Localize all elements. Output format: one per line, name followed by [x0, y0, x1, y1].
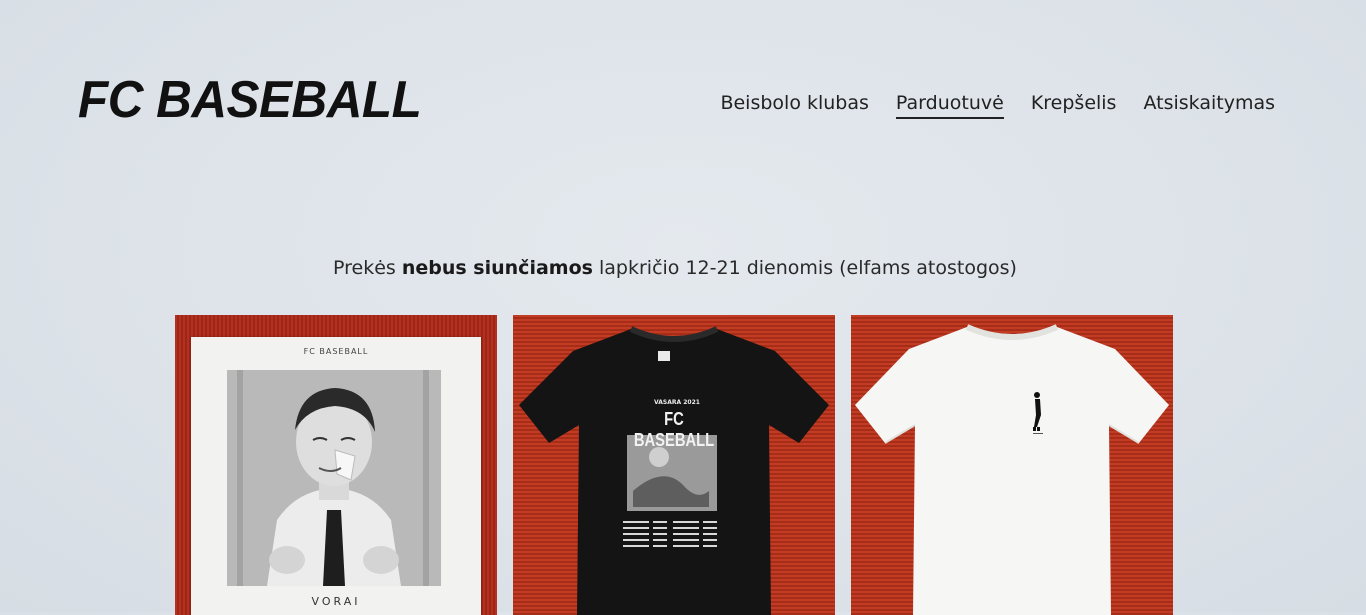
- nav-parduotuve[interactable]: Parduotuvė: [895, 91, 1004, 119]
- shirt-title: FC BASEBALL: [633, 409, 715, 450]
- shirt-heading: VASARA 2021: [654, 399, 700, 406]
- nav-krepselis[interactable]: Krepšelis: [1031, 91, 1117, 119]
- white-tshirt-image: [855, 324, 1169, 615]
- cover-title: FC BASEBALL: [303, 347, 369, 356]
- notice-suffix: lapkričio 12-21 dienomis (elfams atostog…: [592, 257, 1017, 279]
- notice-bold: nebus siunčiamos: [401, 257, 593, 279]
- vinyl-cover-image: FC BASEBALL VORAI: [191, 337, 481, 615]
- site-logo[interactable]: FC BASEBALL: [78, 74, 422, 126]
- page: FC BASEBALL Beisbolo klubas Parduotuvė K…: [0, 0, 1350, 615]
- cover-caption: VORAI: [311, 595, 361, 608]
- product-grid: FC BASEBALL VORAI VASARA 2021 FC BASEBAL…: [175, 315, 1173, 615]
- product-card-white-tee[interactable]: [851, 315, 1173, 615]
- cover-photo: [227, 370, 441, 586]
- nav-atsiskaitymas[interactable]: Atsiskaitymas: [1143, 91, 1275, 119]
- portrait-illustration: [227, 370, 441, 586]
- black-tshirt-image: [519, 326, 829, 615]
- product-card-black-tee[interactable]: VASARA 2021 FC BASEBALL: [513, 315, 835, 615]
- product-card-vinyl[interactable]: FC BASEBALL VORAI: [175, 315, 497, 615]
- shipping-notice: Prekės nebus siunčiamos lapkričio 12-21 …: [0, 257, 1350, 279]
- notice-prefix: Prekės: [333, 257, 402, 279]
- main-nav: Beisbolo klubas Parduotuvė Krepšelis Ats…: [720, 91, 1275, 119]
- nav-beisbolo-klubas[interactable]: Beisbolo klubas: [720, 91, 868, 119]
